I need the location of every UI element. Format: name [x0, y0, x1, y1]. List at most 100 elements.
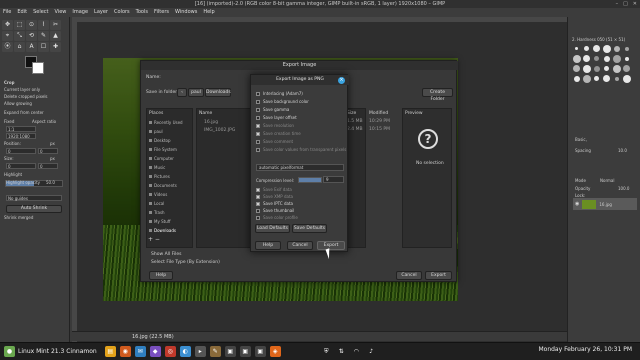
position-y-input[interactable]: 0 [38, 148, 58, 154]
mode-select[interactable]: Normal [600, 178, 614, 183]
wifi-icon[interactable]: ◠ [351, 346, 362, 357]
place-home[interactable]: paul [147, 127, 192, 136]
fixed-checkbox[interactable]: Fixed [4, 119, 14, 125]
place-videos[interactable]: Videos [147, 190, 192, 199]
brush-item[interactable] [602, 54, 611, 63]
brush-item[interactable] [612, 74, 621, 83]
chrome-icon[interactable]: ◐ [179, 346, 191, 357]
aspect-ratio-select[interactable]: Aspect ratio [32, 119, 56, 125]
size-h-input[interactable]: 0 [38, 163, 58, 169]
lasso-tool-icon[interactable]: ⌇ [38, 20, 49, 30]
mint-menu-icon[interactable]: ● [4, 346, 15, 357]
place-recent[interactable]: Recently Used [147, 118, 192, 127]
measure-tool-icon[interactable]: ☐ [38, 42, 49, 52]
save-defaults-button[interactable]: Save Defaults [292, 224, 327, 233]
layer-name[interactable]: 16.jpg [599, 202, 612, 207]
current-layer-only-checkbox[interactable]: Current layer only [4, 87, 40, 93]
brush-item[interactable] [582, 54, 591, 63]
save-gamma-checkbox[interactable]: Save gamma [256, 106, 289, 114]
size-column-header[interactable]: Size [347, 111, 356, 116]
compression-input[interactable]: 9 [323, 176, 344, 183]
firefox-icon[interactable]: ◉ [119, 346, 131, 357]
brush-item[interactable] [622, 44, 631, 53]
save-resolution-checkbox[interactable]: Save resolution [256, 122, 294, 130]
window-icon[interactable]: ▣ [224, 346, 236, 357]
brush-item[interactable] [572, 64, 581, 73]
brush-item[interactable] [602, 64, 611, 73]
brush-item[interactable] [592, 44, 601, 53]
path-back-icon[interactable]: ‹ [177, 88, 187, 97]
brush-item[interactable] [612, 64, 621, 73]
highlight-checkbox[interactable]: Highlight [4, 172, 22, 178]
place-filesystem[interactable]: File System [147, 145, 192, 154]
background-color-swatch[interactable] [32, 62, 44, 74]
menu-help[interactable]: Help [203, 8, 214, 17]
gimp-icon[interactable]: ✎ [209, 346, 221, 357]
brush-preset-label[interactable]: Basic, [575, 137, 587, 142]
menu-filters[interactable]: Filters [154, 8, 169, 17]
volume-icon[interactable]: ♪ [366, 346, 377, 357]
place-computer[interactable]: Computer [147, 154, 192, 163]
png-cancel-button[interactable]: Cancel [287, 241, 313, 250]
app-window-icon[interactable]: ◈ [269, 346, 281, 357]
select-file-type-expander[interactable]: Select File Type (By Extension) [151, 260, 220, 265]
app-icon[interactable]: ◆ [149, 346, 161, 357]
export-help-button[interactable]: Help [149, 271, 173, 280]
allow-growing-checkbox[interactable]: Allow growing [4, 101, 32, 107]
menu-file[interactable]: File [3, 8, 11, 17]
layer-row[interactable]: ◉ 16.jpg [573, 198, 637, 210]
place-music[interactable]: Music [147, 163, 192, 172]
menu-layer[interactable]: Layer [94, 8, 108, 17]
move-tool-icon[interactable]: ✥ [2, 20, 13, 30]
add-place-icon[interactable]: + − [148, 236, 160, 243]
opacity-value[interactable]: 100.0 [618, 186, 629, 191]
place-pictures[interactable]: Pictures [147, 172, 192, 181]
brush-item[interactable] [622, 64, 631, 73]
export-export-button[interactable]: Export [425, 271, 452, 280]
fill-tool-icon[interactable]: ▲ [50, 31, 61, 41]
export-cancel-button[interactable]: Cancel [396, 271, 422, 280]
modified-column-header[interactable]: Modified [369, 111, 388, 116]
ellipse-select-tool-icon[interactable]: ⊙ [26, 20, 37, 30]
menu-image[interactable]: Image [72, 8, 88, 17]
brush-item[interactable] [592, 74, 601, 83]
menu-tools[interactable]: Tools [136, 8, 148, 17]
clone-tool-icon[interactable]: ⦿ [2, 42, 13, 52]
brush-item[interactable] [622, 54, 631, 63]
path-tool-icon[interactable]: ⌂ [14, 42, 25, 52]
position-unit[interactable]: px [50, 141, 55, 147]
rect-select-tool-icon[interactable]: ⬚ [14, 20, 25, 30]
menu-windows[interactable]: Windows [175, 8, 197, 17]
zoom-tool-icon[interactable]: ✚ [50, 42, 61, 52]
maximize-icon[interactable]: □ [623, 1, 628, 7]
place-downloads[interactable]: Downloads [147, 226, 192, 235]
brush-item[interactable] [582, 44, 591, 53]
load-defaults-button[interactable]: Load Defaults [255, 224, 290, 233]
brush-item[interactable] [602, 44, 611, 53]
save-transparent-values-checkbox[interactable]: Save color values from transparent pixel… [256, 146, 346, 154]
vivaldi-icon[interactable]: ◎ [164, 346, 176, 357]
thunderbird-icon[interactable]: ✉ [134, 346, 146, 357]
place-documents[interactable]: Documents [147, 181, 192, 190]
path-user-button[interactable]: paul [188, 88, 204, 97]
brush-item[interactable] [572, 54, 581, 63]
shield-icon[interactable]: ⛨ [321, 346, 332, 357]
terminal-icon[interactable]: ▸ [194, 346, 206, 357]
network-icon[interactable]: ⇅ [336, 346, 347, 357]
expand-center-checkbox[interactable]: Expand from center [4, 110, 44, 116]
text-tool-icon[interactable]: A [26, 42, 37, 52]
save-layer-offset-checkbox[interactable]: Save layer offset [256, 114, 297, 122]
close-icon[interactable]: × [338, 77, 345, 84]
auto-shrink-button[interactable]: Auto Shrink [6, 205, 62, 213]
brush-item[interactable] [592, 64, 601, 73]
eye-icon[interactable]: ◉ [575, 201, 579, 207]
brush-item[interactable] [572, 74, 581, 83]
brush-item[interactable] [572, 44, 581, 53]
spacing-value[interactable]: 10.0 [618, 148, 627, 153]
size-unit[interactable]: px [50, 156, 55, 162]
place-mystuff[interactable]: My Stuff [147, 217, 192, 226]
menu-view[interactable]: View [55, 8, 67, 17]
brush-item[interactable] [582, 64, 591, 73]
create-folder-button[interactable]: Create Folder [422, 88, 453, 102]
interlacing-checkbox[interactable]: Interlacing (Adam7) [256, 90, 303, 98]
